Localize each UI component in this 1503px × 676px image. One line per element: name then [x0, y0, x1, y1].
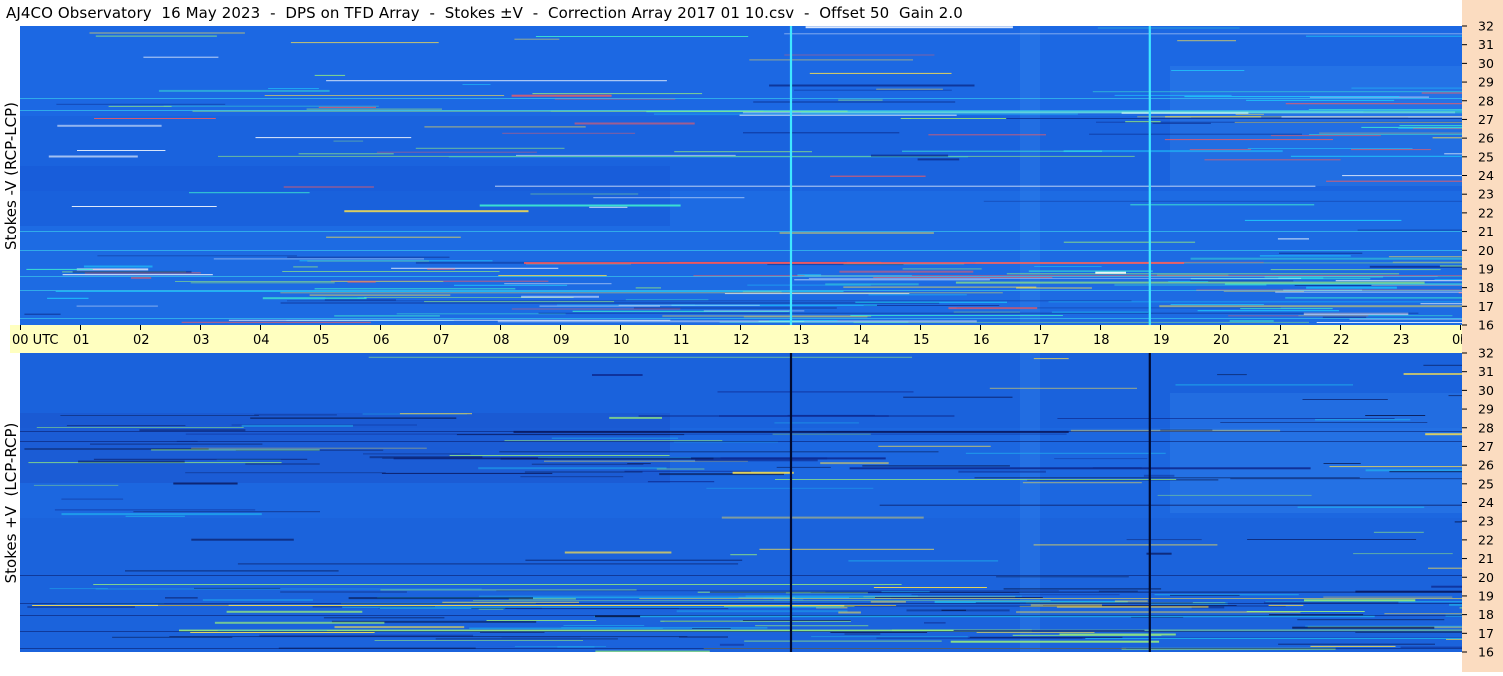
time-tick-label: 14	[853, 333, 870, 348]
freq-tick-label: 27	[1478, 112, 1494, 127]
freq-tick-label: 20	[1478, 570, 1494, 585]
chart-title: AJ4CO Observatory 16 May 2023 - DPS on T…	[6, 4, 963, 22]
freq-tick-label: 30	[1478, 383, 1494, 398]
time-tick-label: 01	[73, 333, 90, 348]
time-tick-label: 06	[373, 333, 390, 348]
time-tick-label: 21	[1273, 333, 1290, 348]
time-tick-label: 18	[1093, 333, 1110, 348]
freq-tick-label: 20	[1478, 243, 1494, 258]
freq-tick-label: 18	[1478, 280, 1494, 295]
freq-tick-label: 30	[1478, 56, 1494, 71]
freq-tick-label: 17	[1478, 626, 1494, 641]
spectrogram-stokes-plus-v	[20, 353, 1462, 653]
time-tick-label: 08	[493, 333, 510, 348]
freq-tick-label: 19	[1478, 588, 1494, 603]
time-tick-label: 13	[793, 333, 810, 348]
freq-tick-label: 24	[1478, 495, 1494, 510]
freq-tick-label: 28	[1478, 420, 1494, 435]
freq-tick-label: 17	[1478, 299, 1494, 314]
spectrogram-top-canvas	[20, 26, 1462, 326]
freq-tick-label: 29	[1478, 75, 1494, 90]
freq-tick-label: 23	[1478, 514, 1494, 529]
time-tick-label: 16	[973, 333, 990, 348]
time-tick-label: 11	[673, 333, 690, 348]
freq-tick-label: 32	[1478, 346, 1494, 361]
freq-tick-label: 32	[1478, 19, 1494, 34]
time-tick-label: 04	[253, 333, 270, 348]
time-tick-label: 15	[913, 333, 930, 348]
y-axis-label-bottom: Stokes +V (LCP-RCP)	[2, 422, 20, 584]
time-tick-label: 19	[1153, 333, 1170, 348]
time-tick-label: 17	[1033, 333, 1050, 348]
freq-tick-label: 26	[1478, 131, 1494, 146]
freq-tick-label: 23	[1478, 187, 1494, 202]
freq-tick-label: 31	[1478, 364, 1494, 379]
freq-tick-label: 24	[1478, 168, 1494, 183]
freq-tick-label: 26	[1478, 458, 1494, 473]
frequency-axis: 32 31 30 29 28 27 26 25 24 23 22 21 20 19 18 17 16 32 31 30…	[1462, 0, 1503, 672]
spectrogram-stokes-minus-v	[20, 26, 1462, 326]
freq-tick-label: 29	[1478, 402, 1494, 417]
freq-tick-label: 16	[1478, 318, 1494, 333]
time-tick-label: 10	[613, 333, 630, 348]
y-axis-label-top: Stokes -V (RCP-LCP)	[2, 102, 20, 250]
freq-tick-label: 25	[1478, 476, 1494, 491]
freq-tick-label: 22	[1478, 205, 1494, 220]
freq-tick-label: 18	[1478, 607, 1494, 622]
freq-tick-label: 27	[1478, 439, 1494, 454]
time-tick-label: 20	[1213, 333, 1230, 348]
time-tick-label: 05	[313, 333, 330, 348]
time-tick-label: 23	[1393, 333, 1410, 348]
freq-tick-label: 16	[1478, 645, 1494, 660]
time-tick-label: 12	[733, 333, 750, 348]
spectrogram-bottom-canvas	[20, 353, 1462, 653]
frequency-axis-canvas: 32 31 30 29 28 27 26 25 24 23 22 21 20 19 18 17 16 32 31 30…	[1462, 19, 1494, 660]
time-tick-label: 03	[193, 333, 210, 348]
freq-tick-label: 28	[1478, 93, 1494, 108]
freq-tick-label: 25	[1478, 149, 1494, 164]
freq-tick-label: 19	[1478, 261, 1494, 276]
time-tick-label: 22	[1333, 333, 1350, 348]
freq-tick-label: 31	[1478, 37, 1494, 52]
freq-tick-label: 22	[1478, 532, 1494, 547]
time-axis: 00 UTC 01 02 03 04 05 06 07 08 09 10 11 12 13 14 15 16 17…	[10, 325, 1488, 353]
time-tick-label: 09	[553, 333, 570, 348]
freq-tick-label: 21	[1478, 224, 1494, 239]
time-tick-label: 02	[133, 333, 150, 348]
time-axis-canvas: 00 UTC 01 02 03 04 05 06 07 08 09 10 11 12 13 14 15 16 17…	[12, 325, 1488, 348]
freq-tick-label: 21	[1478, 551, 1494, 566]
time-tick-label: 00 UTC	[12, 333, 58, 348]
time-tick-label: 07	[433, 333, 450, 348]
